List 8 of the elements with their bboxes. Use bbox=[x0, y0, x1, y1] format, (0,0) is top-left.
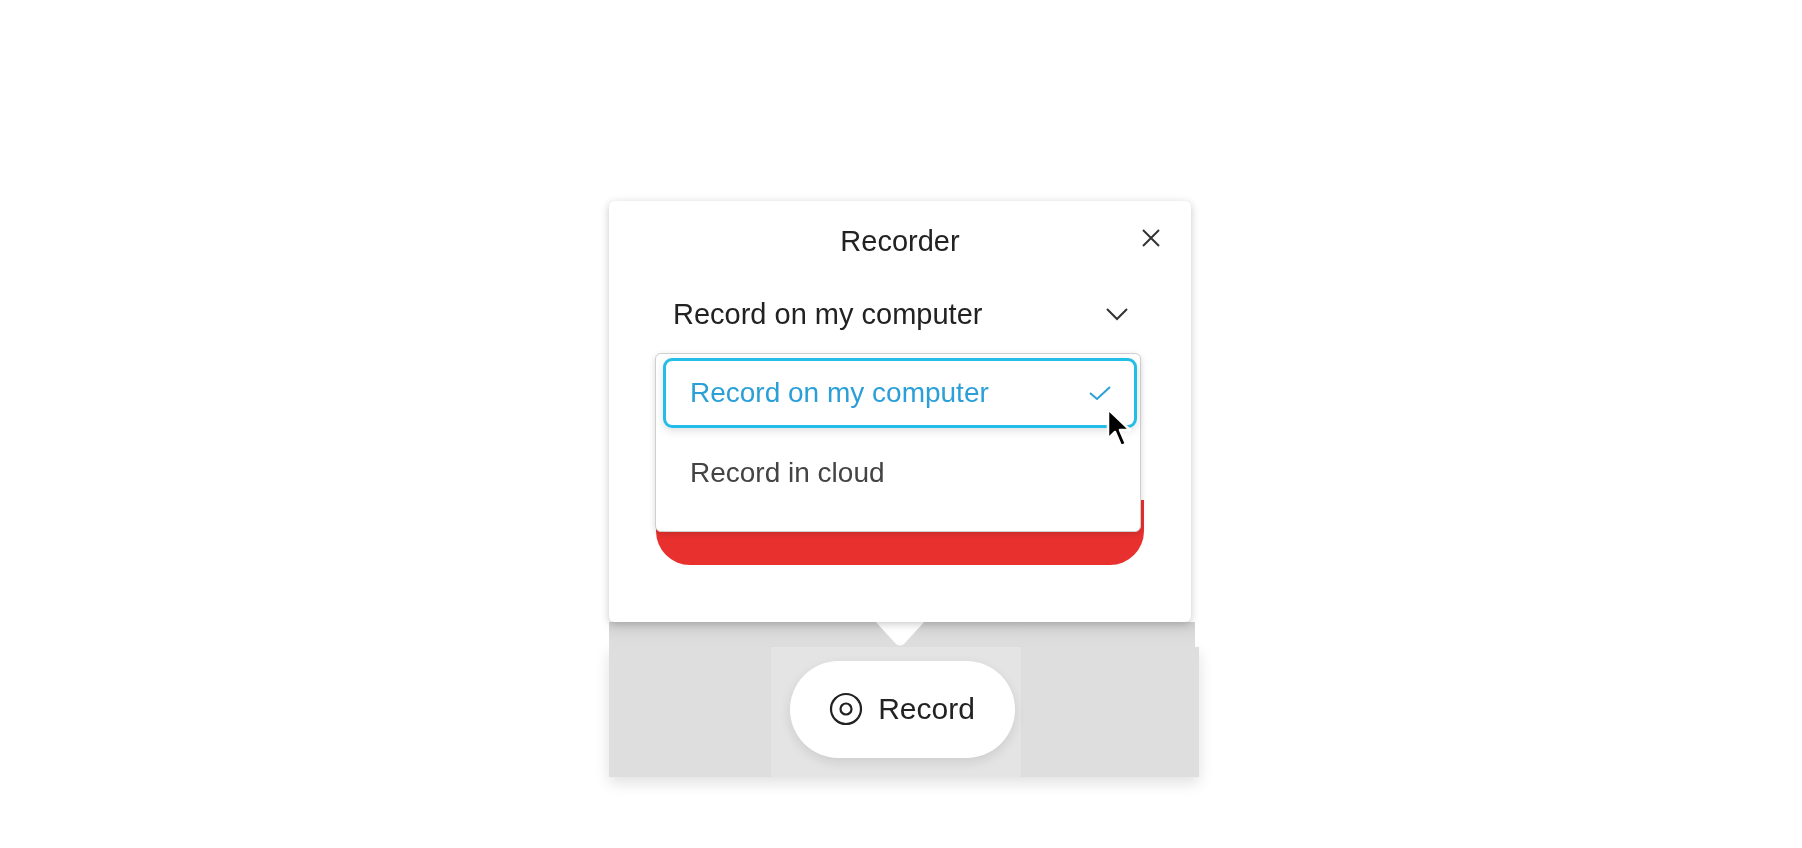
close-button[interactable] bbox=[1141, 228, 1161, 248]
mode-select[interactable]: Record on my computer bbox=[673, 281, 1129, 347]
record-icon bbox=[829, 692, 864, 726]
close-icon bbox=[1141, 228, 1161, 248]
dropdown-option[interactable]: Record in cloud bbox=[663, 438, 1137, 508]
check-icon bbox=[1088, 385, 1112, 401]
popup-title: Recorder bbox=[840, 224, 960, 258]
chevron-icon bbox=[1105, 307, 1129, 321]
